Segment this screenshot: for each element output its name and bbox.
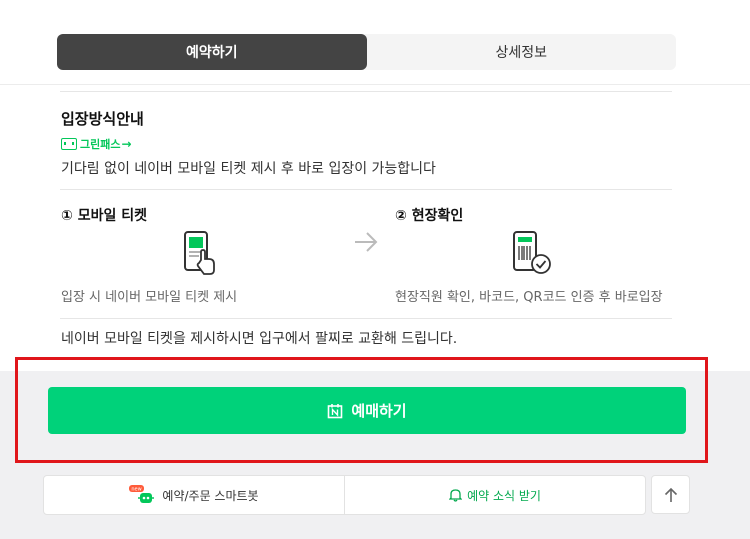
step-2-title: ② 현장확인 [395,208,464,224]
bell-icon [449,489,463,502]
tab-reservation[interactable]: 예약하기 [57,34,367,70]
highlight-box [15,357,708,463]
tab-bar: 예약하기 상세정보 [57,34,676,70]
barcode-check-icon [513,231,551,274]
svg-text:new: new [132,487,142,493]
scroll-top-button[interactable] [651,475,690,514]
entry-description: 기다림 없이 네이버 모바일 티켓 제시 후 바로 입장이 가능합니다 [61,161,436,177]
divider [60,91,672,92]
divider [60,189,672,190]
greenpass-badge: 그린패스 → [61,136,132,152]
step-2-description: 현장직원 확인, 바코드, QR코드 인증 후 바로입장 [395,290,663,305]
tab-details[interactable]: 상세정보 [367,34,677,70]
smartbot-icon: new [129,485,155,503]
greenpass-label: 그린패스 [80,138,121,151]
smartbot-button[interactable]: new 예약/주문 스마트봇 [44,476,344,514]
wristband-notice: 네이버 모바일 티켓을 제시하시면 입구에서 팔찌로 교환해 드립니다. [61,331,458,347]
arrow-right-icon [355,232,378,252]
mobile-ticket-icon [184,231,215,275]
header-divider [0,84,750,85]
section-title: 입장방식안내 [61,110,144,128]
notify-button[interactable]: 예약 소식 받기 [344,476,645,514]
smartbot-label: 예약/주문 스마트봇 [162,488,259,503]
arrow-up-icon [664,487,677,502]
arrow-right-icon: → [121,137,132,151]
ticket-icon [61,138,77,150]
action-bar: new 예약/주문 스마트봇 예약 소식 받기 [43,475,646,515]
divider [60,318,672,319]
step-1-description: 입장 시 네이버 모바일 티켓 제시 [61,290,238,305]
step-1-title: ① 모바일 티켓 [61,208,148,224]
notify-label: 예약 소식 받기 [467,488,541,503]
